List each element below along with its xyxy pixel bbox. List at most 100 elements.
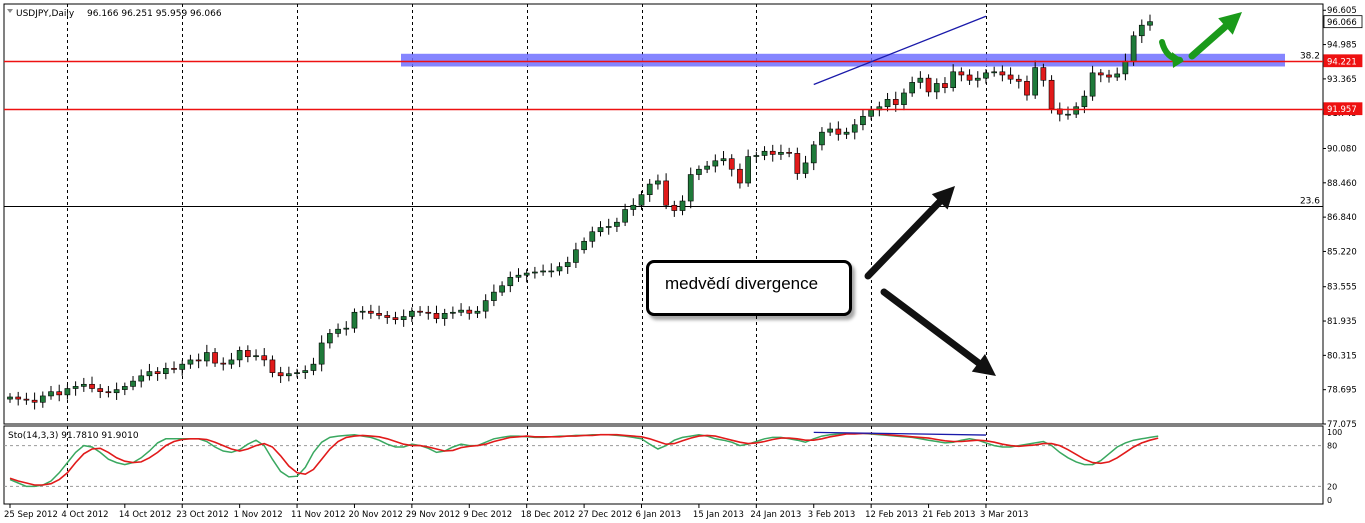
candle-body <box>97 388 104 392</box>
candle-body <box>269 359 276 373</box>
candle-body <box>523 272 530 276</box>
candle-body <box>1007 74 1014 80</box>
candle-body <box>236 350 243 361</box>
candle-body <box>655 180 661 185</box>
candle-body <box>687 174 694 202</box>
candle-body <box>712 160 719 167</box>
candle-body <box>1097 72 1104 76</box>
y-tick-label: 85.220 <box>1327 247 1357 257</box>
candle-body <box>302 370 309 373</box>
candle-body <box>622 209 628 223</box>
candle-body <box>286 373 292 377</box>
y-tick-label: 88.460 <box>1327 179 1357 189</box>
candle-body <box>581 240 587 251</box>
candle-body <box>15 396 22 400</box>
candle-body <box>720 158 727 162</box>
y-tick-label: 93.365 <box>1327 75 1357 85</box>
candle-body <box>1106 74 1112 78</box>
candle-body <box>162 368 169 374</box>
candle-body <box>195 359 202 362</box>
candle-body <box>638 194 645 206</box>
candle-body <box>540 270 546 273</box>
price-label: 96.066 <box>1327 18 1357 28</box>
candle-body <box>458 309 464 313</box>
candle-body <box>105 391 112 394</box>
stoch-level-label: 20 <box>1327 482 1337 491</box>
candle-body <box>425 311 432 314</box>
candle-body <box>277 372 284 377</box>
candle-body <box>999 71 1006 76</box>
candle-body <box>532 271 538 274</box>
x-tick-label: 18 Dec 2012 <box>521 510 575 520</box>
candle-body <box>261 355 268 361</box>
candle-body <box>327 333 333 344</box>
candle-body <box>7 396 13 400</box>
x-tick-label: 4 Oct 2012 <box>61 510 108 520</box>
y-tick-label: 96.605 <box>1327 6 1357 16</box>
candle-body <box>728 158 735 170</box>
candle-body <box>466 309 473 314</box>
candle-body <box>23 398 30 401</box>
annotation-box: medvědí divergence <box>646 260 852 316</box>
y-tick-label: 80.315 <box>1327 351 1357 361</box>
fib-level-label: 38.2 <box>1300 52 1320 62</box>
candle-body <box>671 204 678 211</box>
candle-body <box>942 83 948 88</box>
price-label: 94.221 <box>1327 57 1357 67</box>
y-tick-label: 86.840 <box>1327 213 1357 223</box>
candle-body <box>1032 67 1039 96</box>
x-tick-label: 3 Feb 2013 <box>808 510 856 520</box>
candle-body <box>917 77 924 83</box>
candle-body <box>696 168 702 175</box>
candle-body <box>1114 73 1121 78</box>
candle-body <box>294 372 300 374</box>
candle-body <box>679 200 686 211</box>
stoch-level-label: 80 <box>1327 442 1337 451</box>
candle-body <box>146 371 153 377</box>
candle-body <box>564 262 571 267</box>
candle-body <box>1122 60 1129 75</box>
candle-body <box>417 310 423 313</box>
candle-body <box>310 363 317 371</box>
candle-body <box>548 270 555 273</box>
candle-body <box>1138 24 1145 37</box>
y-tick-label: 90.080 <box>1327 144 1357 154</box>
candle-body <box>983 72 989 79</box>
candle-body <box>409 310 415 317</box>
x-tick-label: 21 Feb 2013 <box>923 510 976 520</box>
y-tick-label: 77.075 <box>1327 420 1357 430</box>
candle-body <box>892 99 899 105</box>
candle-body <box>589 231 596 242</box>
candle-body <box>203 352 210 362</box>
x-tick-label: 12 Feb 2013 <box>865 510 918 520</box>
candle-body <box>318 342 325 365</box>
candle-body <box>1130 35 1137 62</box>
candle-body <box>909 82 916 94</box>
annotation-text: medvědí divergence <box>665 274 819 293</box>
candle-body <box>1015 78 1022 82</box>
candle-body <box>810 144 817 164</box>
candle-body <box>335 328 341 334</box>
candle-body <box>794 153 801 174</box>
candle-body <box>573 249 579 263</box>
candle-body <box>974 77 981 81</box>
candle-body <box>901 92 907 105</box>
candle-body <box>392 317 399 320</box>
x-tick-label: 14 Oct 2012 <box>119 510 172 520</box>
candle-body <box>884 99 891 108</box>
candle-body <box>630 204 637 210</box>
x-tick-label: 24 Jan 2013 <box>750 510 801 520</box>
candle-body <box>1024 81 1030 96</box>
candle-body <box>39 395 46 403</box>
resistance-zone <box>401 53 1285 67</box>
candle-body <box>1048 79 1055 110</box>
x-tick-label: 15 Jan 2013 <box>693 510 744 520</box>
candle-body <box>597 227 604 233</box>
candle-body <box>1065 113 1071 116</box>
stoch-level-label: 0 <box>1327 496 1332 505</box>
candle-body <box>154 371 161 374</box>
candle-body <box>368 310 374 314</box>
candle-body <box>130 380 136 387</box>
price-label: 91.957 <box>1327 105 1357 115</box>
candle-body <box>474 310 481 314</box>
